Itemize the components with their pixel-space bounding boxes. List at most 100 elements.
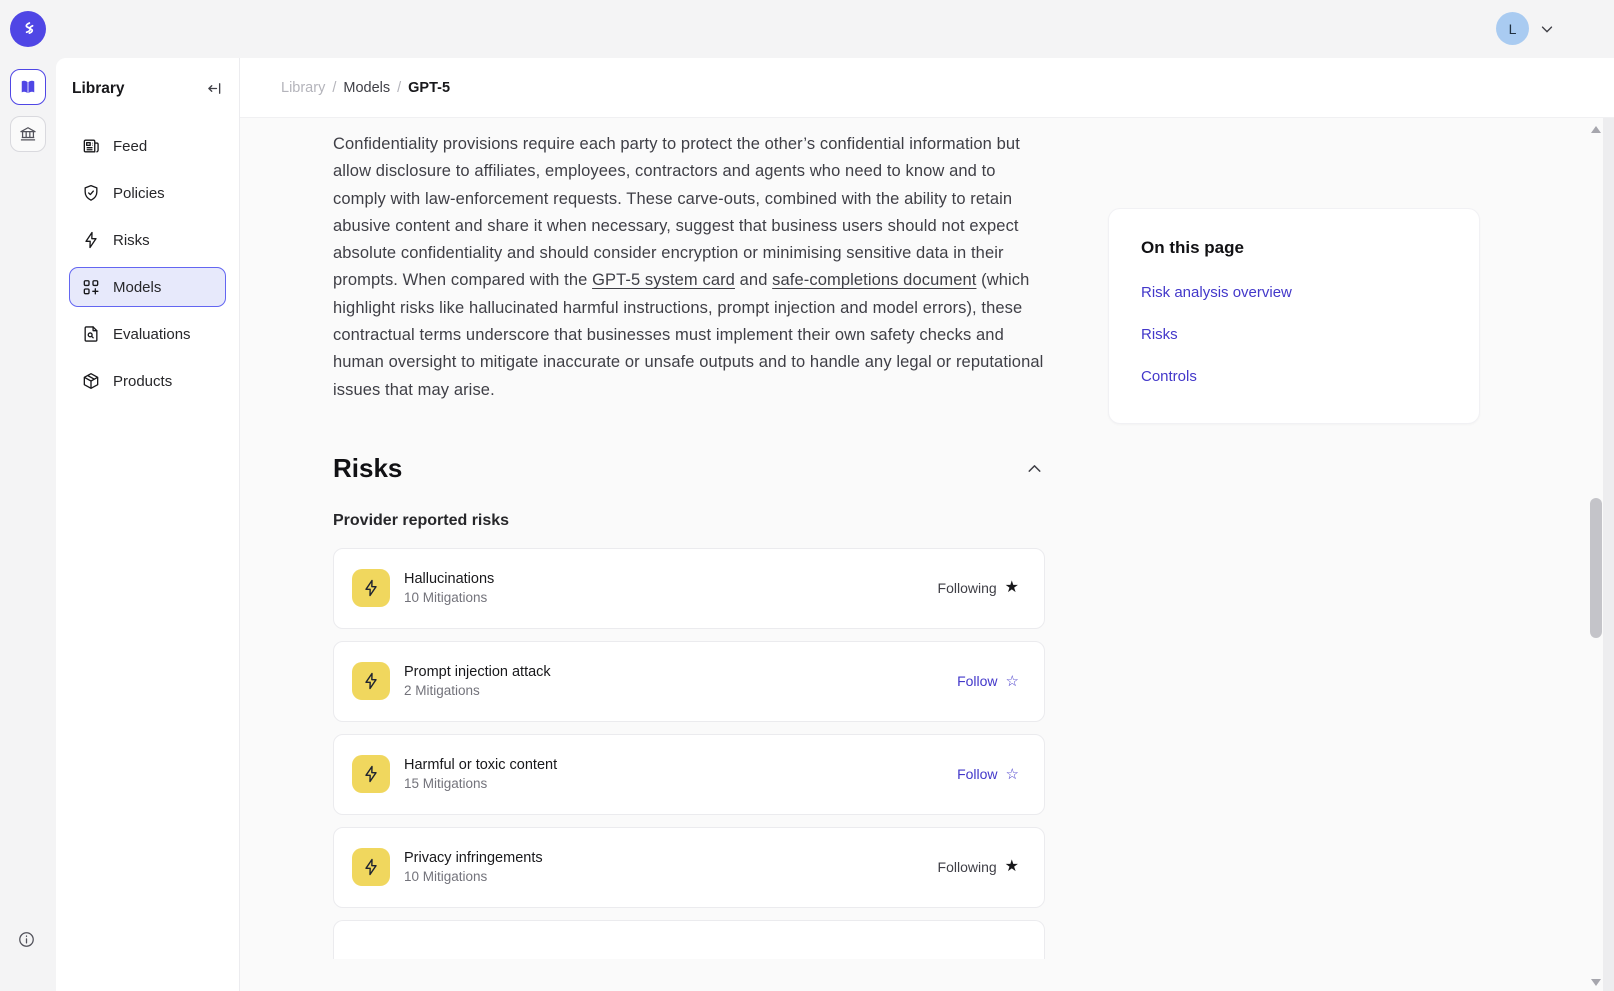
sidebar-item-label: Risks (113, 232, 150, 249)
scroll-up-arrow[interactable] (1591, 126, 1601, 133)
page-content: Confidentiality provisions require each … (240, 118, 1614, 991)
star-icon[interactable]: ☆ (1006, 674, 1019, 689)
risk-card-privacy[interactable]: Privacy infringements 10 Mitigations Fol… (333, 827, 1045, 908)
on-this-page-title: On this page (1141, 238, 1447, 258)
user-menu[interactable]: L (1496, 12, 1556, 45)
toc-link-risk-analysis-overview[interactable]: Risk analysis overview (1141, 284, 1447, 301)
sidebar-item-label: Feed (113, 138, 147, 155)
risk-card-partial[interactable] (333, 920, 1045, 959)
document-search-icon (81, 324, 101, 344)
rail-library-button[interactable] (10, 69, 46, 105)
sidebar-item-models[interactable]: Models (69, 267, 226, 307)
breadcrumb-separator: / (332, 80, 336, 96)
chevron-down-icon (1538, 20, 1556, 38)
risk-icon-box (352, 848, 390, 886)
window-scrollbar-track (1603, 118, 1614, 991)
sidebar-nav: Feed Policies Risks (56, 126, 239, 401)
provider-reported-risks-title: Provider reported risks (333, 512, 1045, 530)
app-logo-button[interactable] (10, 11, 46, 47)
lightning-icon (81, 230, 101, 250)
collapse-section-button[interactable] (1024, 458, 1045, 479)
sidebar-item-feed[interactable]: Feed (69, 126, 226, 166)
risk-title: Privacy infringements (404, 850, 543, 866)
sidebar-collapse-button[interactable] (205, 79, 224, 98)
book-icon (18, 77, 38, 97)
info-icon (17, 930, 36, 949)
article: Confidentiality provisions require each … (333, 131, 1045, 959)
breadcrumb: Library / Models / GPT-5 (281, 80, 450, 96)
sidebar-item-policies[interactable]: Policies (69, 173, 226, 213)
safe-completions-link[interactable]: safe-completions document (772, 271, 976, 289)
follow-label: Following (938, 859, 997, 875)
sidebar-item-label: Policies (113, 185, 165, 202)
star-icon[interactable]: ★ (1005, 580, 1019, 596)
paragraph-text: (which highlight risks like hallucinated… (333, 271, 1043, 398)
follow-toggle[interactable]: Following ★ (938, 859, 1019, 875)
info-button[interactable] (17, 930, 36, 949)
breadcrumb-library[interactable]: Library (281, 80, 325, 96)
sidebar-item-label: Evaluations (113, 326, 191, 343)
rail-governance-button[interactable] (10, 116, 46, 152)
risk-mitigations: 2 Mitigations (404, 683, 551, 698)
follow-toggle[interactable]: Following ★ (938, 580, 1019, 596)
main-area: Library / Models / GPT-5 Confidentiality… (240, 58, 1614, 991)
risk-icon-box (352, 755, 390, 793)
risks-section-title: Risks (333, 453, 402, 484)
topbar: L (0, 0, 1614, 58)
brand-logo-icon (17, 18, 39, 40)
risk-title: Harmful or toxic content (404, 757, 557, 773)
risk-card-list: Hallucinations 10 Mitigations Following … (333, 548, 1045, 959)
lightning-icon (361, 857, 381, 877)
risk-title: Hallucinations (404, 571, 494, 587)
risk-mitigations: 10 Mitigations (404, 590, 494, 605)
risk-card-prompt-injection[interactable]: Prompt injection attack 2 Mitigations Fo… (333, 641, 1045, 722)
risk-mitigations: 15 Mitigations (404, 776, 557, 791)
sidebar: Library Feed (56, 58, 240, 991)
breadcrumb-bar: Library / Models / GPT-5 (240, 58, 1614, 118)
breadcrumb-current: GPT-5 (408, 80, 450, 96)
risk-icon-box (352, 662, 390, 700)
risks-section-header: Risks (333, 453, 1045, 484)
workspace: Library Feed (56, 58, 1614, 991)
lightning-icon (361, 764, 381, 784)
sidebar-item-label: Models (113, 279, 161, 296)
lightning-icon (361, 671, 381, 691)
toc-link-controls[interactable]: Controls (1141, 368, 1447, 385)
icon-rail (0, 58, 56, 991)
risk-card-harmful-content[interactable]: Harmful or toxic content 15 Mitigations … (333, 734, 1045, 815)
analysis-paragraph: Confidentiality provisions require each … (333, 131, 1045, 404)
shield-check-icon (81, 183, 101, 203)
gpt5-system-card-link[interactable]: GPT-5 system card (592, 271, 735, 289)
follow-label: Follow (957, 766, 997, 782)
star-icon[interactable]: ★ (1005, 859, 1019, 875)
follow-label: Follow (957, 673, 997, 689)
sidebar-item-label: Products (113, 373, 172, 390)
on-this-page-links: Risk analysis overview Risks Controls (1141, 284, 1447, 385)
risk-icon-box (352, 569, 390, 607)
chevron-up-icon (1024, 458, 1045, 479)
sidebar-title: Library (72, 80, 125, 98)
breadcrumb-models[interactable]: Models (343, 80, 390, 96)
sidebar-item-evaluations[interactable]: Evaluations (69, 314, 226, 354)
scroll-down-arrow[interactable] (1591, 979, 1601, 986)
follow-label: Following (938, 580, 997, 596)
risk-title: Prompt injection attack (404, 664, 551, 680)
avatar[interactable]: L (1496, 12, 1529, 45)
sidebar-item-risks[interactable]: Risks (69, 220, 226, 260)
star-icon[interactable]: ☆ (1006, 767, 1019, 782)
follow-toggle[interactable]: Follow ☆ (957, 673, 1019, 689)
feed-icon (81, 136, 101, 156)
breadcrumb-separator: / (397, 80, 401, 96)
risk-mitigations: 10 Mitigations (404, 869, 543, 884)
paragraph-text: and (735, 271, 772, 289)
scrollbar-thumb[interactable] (1590, 498, 1602, 638)
risk-card-hallucinations[interactable]: Hallucinations 10 Mitigations Following … (333, 548, 1045, 629)
package-icon (81, 371, 101, 391)
follow-toggle[interactable]: Follow ☆ (957, 766, 1019, 782)
paragraph-text: Confidentiality provisions require each … (333, 135, 1020, 289)
sidebar-item-products[interactable]: Products (69, 361, 226, 401)
lightning-icon (361, 578, 381, 598)
toc-link-risks[interactable]: Risks (1141, 326, 1447, 343)
grid-plus-icon (81, 277, 101, 297)
on-this-page-panel: On this page Risk analysis overview Risk… (1108, 208, 1480, 424)
